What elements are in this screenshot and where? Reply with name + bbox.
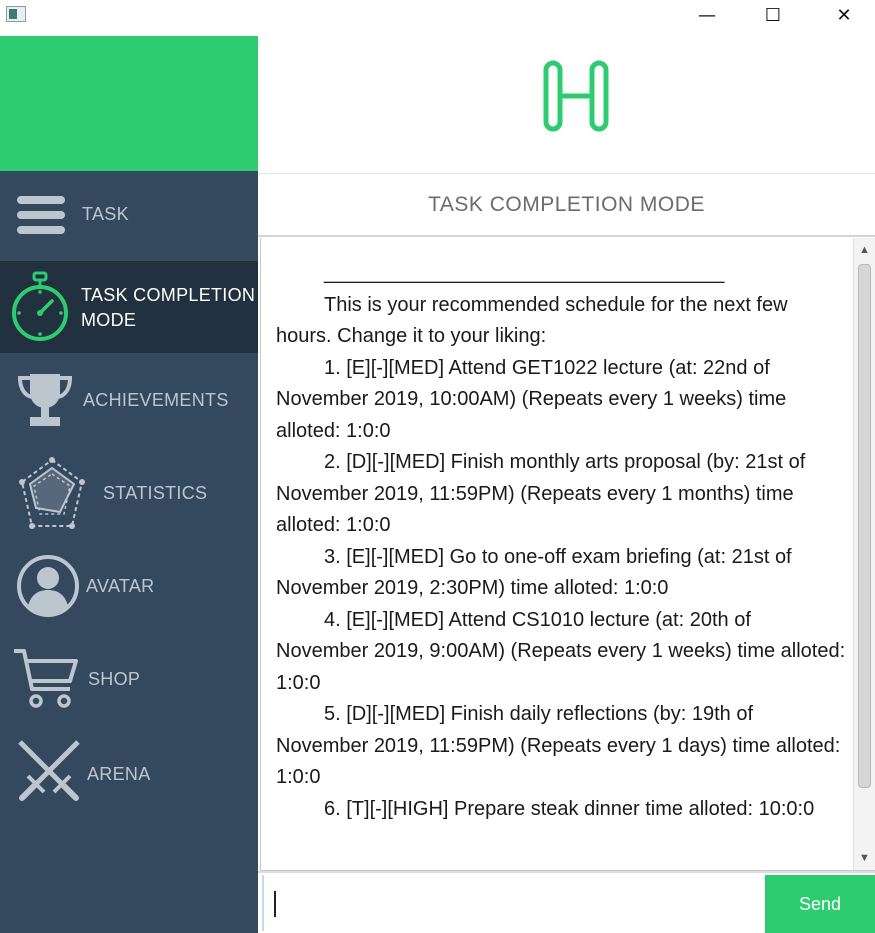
scrollbar-thumb[interactable] — [858, 264, 871, 788]
output-line: ____________________________________ — [276, 258, 846, 290]
main-panel: TASK COMPLETION MODE ___________________… — [258, 36, 875, 933]
sidebar: TASK TASK COMPLETION MODE ACHIEVEMENTS S… — [0, 36, 258, 933]
output-text: ____________________________________ Thi… — [276, 258, 846, 825]
sidebar-item-task-completion-mode[interactable]: TASK COMPLETION MODE — [0, 261, 258, 353]
close-button[interactable]: ✕ — [821, 0, 867, 30]
trophy-icon — [17, 374, 73, 426]
brand-banner — [0, 36, 258, 171]
stopwatch-icon — [12, 271, 68, 341]
output-scroll-pane[interactable]: ____________________________________ Thi… — [260, 238, 875, 871]
sidebar-item-label: ARENA — [87, 764, 151, 784]
task-text: 6. [T][-][HIGH] Prepare steak dinner tim… — [324, 797, 815, 820]
separator-text: ____________________________________ — [324, 262, 725, 284]
sidebar-item-shop[interactable]: SHOP — [0, 633, 258, 725]
minimize-button[interactable]: — — [684, 0, 730, 30]
input-bar: Send — [258, 871, 875, 933]
task-text: 5. [D][-][MED] Finish daily reflections … — [276, 703, 846, 788]
sidebar-item-label: SHOP — [88, 669, 141, 689]
maximize-button[interactable]: ☐ — [750, 0, 796, 30]
maximize-icon: ☐ — [764, 4, 782, 26]
task-text: 3. [E][-][MED] Go to one-off exam briefi… — [276, 545, 798, 600]
sidebar-item-statistics[interactable]: STATISTICS — [0, 448, 258, 540]
task-line: 5. [D][-][MED] Finish daily reflections … — [276, 699, 846, 794]
vertical-scrollbar[interactable]: ▲ ▼ — [853, 238, 875, 870]
shopping-cart-icon — [14, 649, 78, 708]
task-line: 3. [E][-][MED] Go to one-off exam briefi… — [276, 542, 846, 605]
sidebar-item-task[interactable]: TASK — [0, 171, 258, 263]
title-bar: — ☐ ✕ — [0, 0, 875, 36]
task-line: 4. [E][-][MED] Attend CS1010 lecture (at… — [276, 605, 846, 700]
sidebar-item-arena[interactable]: ARENA — [0, 726, 258, 818]
sidebar-item-label: STATISTICS — [103, 483, 208, 503]
command-input[interactable] — [262, 875, 762, 931]
text-caret — [274, 891, 276, 917]
sidebar-item-label: ACHIEVEMENTS — [83, 390, 229, 410]
task-line: 6. [T][-][HIGH] Prepare steak dinner tim… — [276, 794, 846, 826]
radar-chart-icon — [19, 457, 85, 529]
send-button[interactable]: Send — [765, 875, 875, 933]
sidebar-item-avatar[interactable]: AVATAR — [0, 540, 258, 632]
sidebar-item-label: TASK — [82, 204, 129, 224]
sidebar-item-label: TASK COMPLETION MODE — [81, 285, 256, 330]
scroll-down-icon[interactable]: ▼ — [854, 848, 875, 868]
output-line: This is your recommended schedule for th… — [276, 290, 846, 353]
task-line: 2. [D][-][MED] Finish monthly arts propo… — [276, 447, 846, 542]
minimize-icon: — — [698, 4, 716, 26]
intro-text: This is your recommended schedule for th… — [276, 293, 794, 348]
task-line: 1. [E][-][MED] Attend GET1022 lecture (a… — [276, 353, 846, 448]
sidebar-item-label: AVATAR — [86, 576, 155, 596]
task-text: 2. [D][-][MED] Finish monthly arts propo… — [276, 451, 811, 536]
h-logo-icon — [543, 60, 609, 132]
hamburger-menu-icon — [17, 196, 65, 234]
task-text: 1. [E][-][MED] Attend GET1022 lecture (a… — [276, 356, 792, 442]
sidebar-item-achievements[interactable]: ACHIEVEMENTS — [0, 354, 258, 446]
close-icon: ✕ — [836, 4, 852, 26]
task-text: 4. [E][-][MED] Attend CS1010 lecture (at… — [276, 608, 851, 694]
user-avatar-icon — [17, 555, 79, 617]
crossed-swords-icon — [18, 740, 80, 801]
mode-title: TASK COMPLETION MODE — [258, 173, 875, 237]
app-icon — [6, 6, 26, 22]
scroll-up-icon[interactable]: ▲ — [854, 240, 875, 260]
